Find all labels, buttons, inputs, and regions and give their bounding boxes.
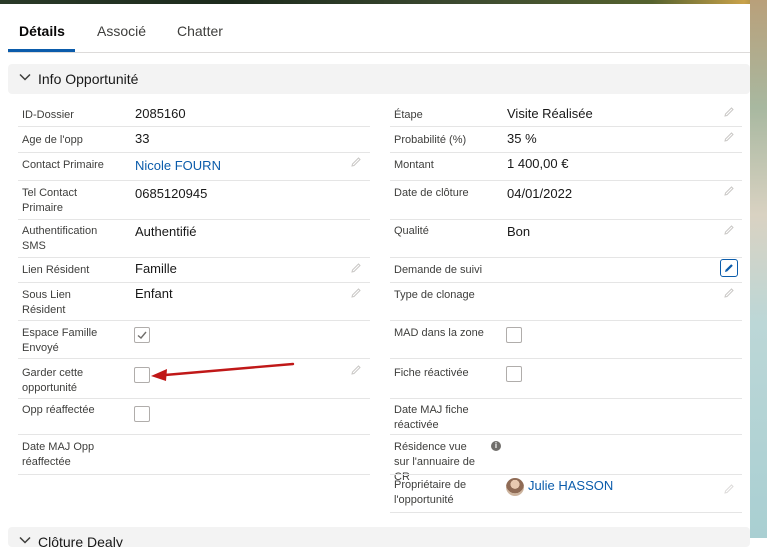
field-value-date-de-cloture: 04/01/2022 <box>507 186 573 201</box>
pencil-icon[interactable] <box>723 224 735 236</box>
tab-associe[interactable]: Associé <box>97 23 146 39</box>
tab-details[interactable]: Détails <box>19 23 65 39</box>
field-label-lien-resident: Lien Résident <box>22 264 90 276</box>
divider <box>18 152 370 153</box>
edit-demande-de-suivi-button[interactable] <box>720 259 738 277</box>
annotation-arrow-icon <box>151 362 295 381</box>
change-owner-icon[interactable] <box>723 483 735 495</box>
active-tab-indicator <box>8 49 75 52</box>
divider <box>390 358 742 359</box>
mad-dans-la-zone-checkbox[interactable] <box>506 327 522 343</box>
field-label-fiche-reactivee: Fiche réactivée <box>394 367 469 379</box>
field-label-demande-de-suivi: Demande de suivi <box>394 264 483 276</box>
divider <box>18 398 370 399</box>
field-value-sous-lien-resident: Enfant <box>135 286 173 301</box>
field-label-espace-famille-envoye: Espace Famille Envoyé <box>22 327 98 354</box>
divider <box>18 320 370 321</box>
divider <box>18 474 370 475</box>
divider <box>390 126 742 127</box>
section-header-cloture[interactable]: Clôture Dealy <box>8 527 750 547</box>
chevron-down-icon <box>19 536 31 544</box>
divider <box>390 474 742 475</box>
chevron-down-icon <box>19 73 31 81</box>
field-label-opp-reaffectee: Opp réaffectée <box>22 404 95 416</box>
pencil-icon[interactable] <box>350 262 362 274</box>
divider <box>18 126 370 127</box>
tab-chatter[interactable]: Chatter <box>177 23 223 39</box>
field-value-id-dossier: 2085160 <box>135 106 186 121</box>
field-value-etape: Visite Réalisée <box>507 106 593 121</box>
section-title: Info Opportunité <box>38 71 139 87</box>
pencil-icon[interactable] <box>350 156 362 168</box>
field-label-sous-lien-resident: Sous Lien Résident <box>22 289 71 316</box>
divider <box>18 282 370 283</box>
divider <box>390 512 742 513</box>
espace-famille-envoye-checkbox[interactable] <box>134 327 150 343</box>
divider <box>18 257 370 258</box>
field-label-age-opp: Age de l'opp <box>22 134 83 146</box>
field-label-authentification-sms: Authentification SMS <box>22 225 98 252</box>
field-value-montant: 1 400,00 € <box>507 156 569 171</box>
field-value-probabilite: 35 % <box>507 131 537 146</box>
tab-bar: Détails Associé Chatter <box>8 16 750 53</box>
field-value-lien-resident: Famille <box>135 261 177 276</box>
divider <box>390 282 742 283</box>
divider <box>390 219 742 220</box>
record-detail-card: Détails Associé Chatter Info Opportunité… <box>0 4 750 547</box>
field-label-date-maj-fiche-reactivee: Date MAJ fiche réactivée <box>394 404 469 431</box>
pencil-icon <box>725 264 733 272</box>
divider <box>390 434 742 435</box>
field-value-qualite: Bon <box>507 224 531 239</box>
pencil-icon[interactable] <box>723 185 735 197</box>
field-value-age-opp: 33 <box>135 131 150 146</box>
field-value-contact-primaire-link[interactable]: Nicole FOURN <box>135 158 221 174</box>
divider <box>18 180 370 181</box>
pencil-icon[interactable] <box>723 131 735 143</box>
field-label-montant: Montant <box>394 159 434 171</box>
field-label-qualite: Qualité <box>394 225 429 237</box>
divider <box>390 180 742 181</box>
background-strip-right <box>750 0 767 538</box>
field-label-tel-contact-primaire: Tel Contact Primaire <box>22 187 78 214</box>
pencil-icon[interactable] <box>723 287 735 299</box>
field-value-proprietaire-link[interactable]: Julie HASSON <box>528 478 613 494</box>
field-label-id-dossier: ID-Dossier <box>22 109 74 121</box>
field-label-contact-primaire: Contact Primaire <box>22 159 104 171</box>
divider <box>390 398 742 399</box>
field-value-authentification-sms: Authentifié <box>135 224 197 239</box>
section-header-info-opportunite[interactable]: Info Opportunité <box>8 64 750 94</box>
field-label-etape: Étape <box>394 109 423 121</box>
divider <box>390 320 742 321</box>
checkmark-icon <box>137 331 147 339</box>
field-label-probabilite: Probabilité (%) <box>394 134 467 146</box>
field-label-garder-cette-opportunite: Garder cette opportunité <box>22 367 84 394</box>
pencil-icon[interactable] <box>723 106 735 118</box>
field-label-proprietaire-opportunite: Propriétaire de l'opportunité <box>394 479 467 506</box>
divider <box>390 152 742 153</box>
pencil-icon[interactable] <box>350 287 362 299</box>
fiche-reactivee-checkbox[interactable] <box>506 366 522 382</box>
field-label-date-maj-opp-reaffectee: Date MAJ Opp réaffectée <box>22 441 95 468</box>
field-label-mad-dans-la-zone: MAD dans la zone <box>394 327 484 339</box>
section-title: Clôture Dealy <box>38 534 123 547</box>
divider <box>18 219 370 220</box>
field-value-tel-contact-primaire: 0685120945 <box>135 186 208 201</box>
field-label-date-de-cloture: Date de clôture <box>394 187 469 199</box>
divider <box>390 257 742 258</box>
field-label-type-de-clonage: Type de clonage <box>394 289 475 301</box>
opp-reaffectee-checkbox[interactable] <box>134 406 150 422</box>
pencil-icon[interactable] <box>350 364 362 376</box>
divider <box>18 434 370 435</box>
avatar <box>506 478 524 496</box>
info-icon[interactable]: i <box>491 441 501 451</box>
